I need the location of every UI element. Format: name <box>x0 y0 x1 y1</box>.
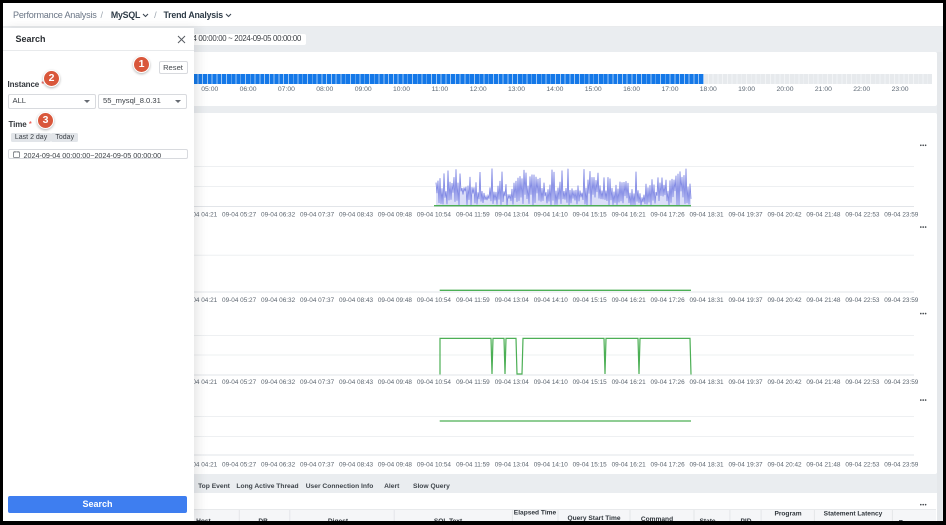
svg-text:Elapsed Time: Elapsed Time <box>514 510 557 517</box>
svg-text:Digest: Digest <box>328 518 349 521</box>
svg-text:Statement Latency: Statement Latency <box>824 510 883 517</box>
svg-text:PID: PID <box>741 518 752 521</box>
svg-text:Query Start Time: Query Start Time <box>567 515 620 521</box>
svg-text:Host: Host <box>196 518 211 521</box>
svg-text:Command: Command <box>641 516 673 521</box>
svg-text:SQL Text: SQL Text <box>434 518 463 521</box>
svg-text:Progress: Progress <box>899 520 928 522</box>
svg-text:Program: Program <box>774 510 801 517</box>
svg-text:State: State <box>699 518 715 521</box>
svg-text:DB: DB <box>258 518 268 521</box>
